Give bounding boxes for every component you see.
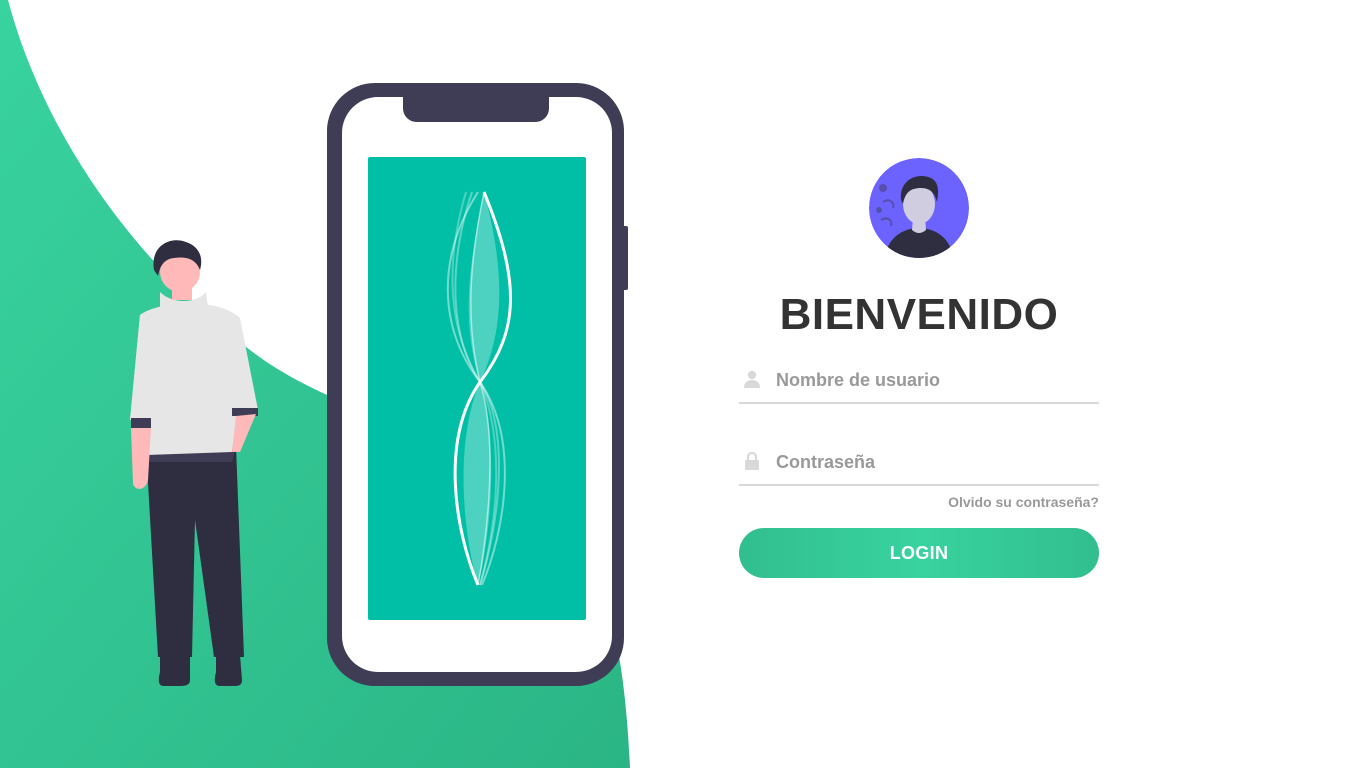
login-panel: BIENVENIDO Olvido su contraseña? LOGIN [739,158,1099,578]
avatar-icon [869,158,969,258]
username-input[interactable] [774,362,1093,398]
forgot-password-link[interactable]: Olvido su contraseña? [948,494,1099,510]
username-field [739,358,1099,404]
password-field [739,440,1099,486]
password-input[interactable] [774,444,1093,480]
person-illustration [130,240,258,686]
lock-icon [744,451,760,470]
login-button[interactable]: LOGIN [739,528,1099,578]
welcome-title: BIENVENIDO [779,290,1059,339]
illustration-person-phone [130,83,628,686]
phone-illustration [327,83,628,686]
user-icon [744,370,760,388]
